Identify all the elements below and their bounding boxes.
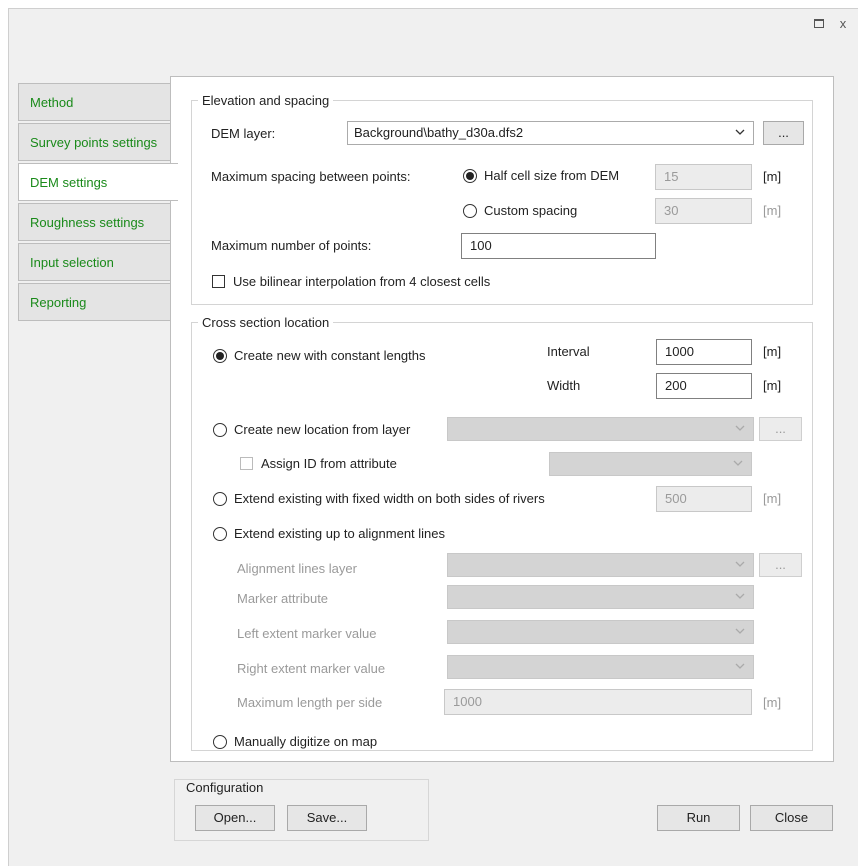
right-marker-label: Right extent marker value <box>237 661 386 676</box>
extend-fixed-unit: [m] <box>763 491 782 506</box>
max-length-field: 1000 <box>444 689 752 715</box>
chevron-down-icon <box>735 593 745 599</box>
dem-settings-panel: Elevation and spacing DEM layer: Backgro… <box>170 76 834 762</box>
tab-dem-settings[interactable]: DEM settings <box>18 163 178 201</box>
extend-alignment-label: Extend existing up to alignment lines <box>234 526 446 541</box>
interval-label: Interval <box>547 344 590 359</box>
chevron-down-icon <box>733 460 743 466</box>
chevron-down-icon <box>735 663 745 669</box>
left-marker-select <box>447 620 754 644</box>
assign-id-checkbox <box>240 457 253 470</box>
alignment-layer-select <box>447 553 754 577</box>
dem-layer-browse-button[interactable]: ... <box>763 121 804 145</box>
left-marker-label: Left extent marker value <box>237 626 377 641</box>
right-marker-select <box>447 655 754 679</box>
alignment-layer-label: Alignment lines layer <box>237 561 357 576</box>
maximize-icon[interactable] <box>810 15 828 33</box>
half-cell-unit: [m] <box>763 169 782 184</box>
title-bar: x <box>9 9 858 41</box>
cross-section-legend: Cross section location <box>202 315 330 330</box>
extend-fixed-radio[interactable] <box>213 492 227 506</box>
dem-layer-select[interactable]: Background\bathy_d30a.dfs2 <box>347 121 754 145</box>
max-points-label: Maximum number of points: <box>211 238 372 253</box>
create-from-layer-radio[interactable] <box>213 423 227 437</box>
chevron-down-icon <box>735 129 745 135</box>
tab-roughness-settings[interactable]: Roughness settings <box>18 203 171 241</box>
open-config-button[interactable]: Open... <box>195 805 275 831</box>
dem-layer-value: Background\bathy_d30a.dfs2 <box>354 125 524 140</box>
save-config-button[interactable]: Save... <box>287 805 367 831</box>
extend-fixed-label: Extend existing with fixed width on both… <box>234 491 545 506</box>
tab-input-selection[interactable]: Input selection <box>18 243 171 281</box>
half-cell-radio[interactable] <box>463 169 477 183</box>
width-label: Width <box>547 378 581 393</box>
tab-reporting[interactable]: Reporting <box>18 283 171 321</box>
location-layer-select <box>447 417 754 441</box>
chevron-down-icon <box>735 561 745 567</box>
custom-spacing-field: 30 <box>655 198 752 224</box>
run-button[interactable]: Run <box>657 805 740 831</box>
manual-digitize-label: Manually digitize on map <box>234 734 378 749</box>
tab-method[interactable]: Method <box>18 83 171 121</box>
custom-spacing-radio[interactable] <box>463 204 477 218</box>
interval-unit: [m] <box>763 344 782 359</box>
bilinear-label: Use bilinear interpolation from 4 closes… <box>233 274 491 289</box>
create-from-layer-label: Create new location from layer <box>234 422 411 437</box>
half-cell-label: Half cell size from DEM <box>484 168 620 183</box>
custom-spacing-label: Custom spacing <box>484 203 578 218</box>
chevron-down-icon <box>735 425 745 431</box>
half-cell-value-field: 15 <box>655 164 752 190</box>
close-window-icon[interactable]: x <box>834 15 852 33</box>
location-layer-browse-button: ... <box>759 417 802 441</box>
width-unit: [m] <box>763 378 782 393</box>
max-length-label: Maximum length per side <box>237 695 383 710</box>
extend-fixed-width-field: 500 <box>656 486 752 512</box>
marker-attribute-select <box>447 585 754 609</box>
marker-attribute-label: Marker attribute <box>237 591 329 606</box>
assign-id-label: Assign ID from attribute <box>261 456 397 471</box>
max-length-unit: [m] <box>763 695 782 710</box>
create-constant-label: Create new with constant lengths <box>234 348 426 363</box>
manual-digitize-radio[interactable] <box>213 735 227 749</box>
elevation-spacing-legend: Elevation and spacing <box>202 93 330 108</box>
interval-field[interactable]: 1000 <box>656 339 752 365</box>
chevron-down-icon <box>735 628 745 634</box>
max-points-field[interactable]: 100 <box>461 233 656 259</box>
width-field[interactable]: 200 <box>656 373 752 399</box>
alignment-layer-browse-button: ... <box>759 553 802 577</box>
assign-id-attribute-select <box>549 452 752 476</box>
dem-layer-label: DEM layer: <box>211 126 276 141</box>
extend-alignment-radio[interactable] <box>213 527 227 541</box>
custom-spacing-unit: [m] <box>763 203 782 218</box>
close-button[interactable]: Close <box>750 805 833 831</box>
max-spacing-label: Maximum spacing between points: <box>211 169 411 184</box>
create-constant-radio[interactable] <box>213 349 227 363</box>
bilinear-checkbox[interactable] <box>212 275 225 288</box>
tab-survey-points-settings[interactable]: Survey points settings <box>18 123 171 161</box>
